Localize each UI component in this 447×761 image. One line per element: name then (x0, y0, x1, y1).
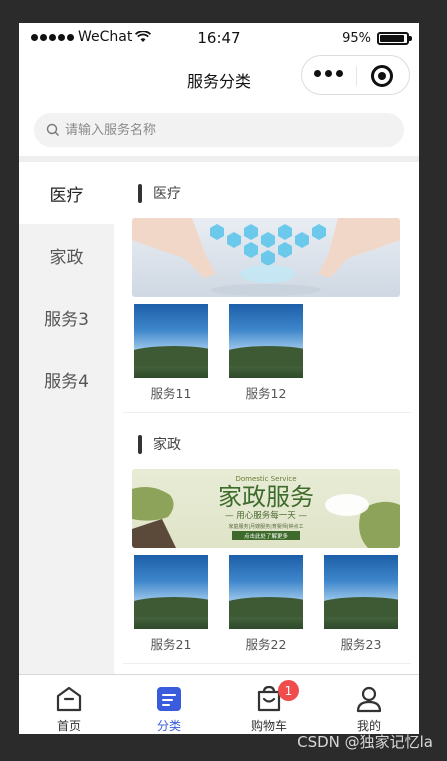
service-thumbnail (134, 304, 208, 378)
service-grid: 服务21 服务22 服务23 (132, 555, 411, 653)
close-miniprogram-icon[interactable] (371, 65, 393, 87)
sidebar-item-housekeeping[interactable]: 家政 (19, 224, 114, 286)
section-housekeeping: 家政 Domestic Service 家政服务 — 用心服务每一天 — 家庭服… (123, 429, 411, 664)
search-bar[interactable] (34, 113, 404, 147)
banner-english: Domestic Service (235, 475, 296, 483)
tab-profile[interactable]: 我的 (319, 675, 419, 734)
medical-touchscreen-banner-icon (132, 218, 400, 296)
miniprogram-capsule (301, 55, 410, 95)
user-icon (356, 686, 382, 713)
housekeeping-banner[interactable]: Domestic Service 家政服务 — 用心服务每一天 — 家庭服务|月… (132, 469, 400, 548)
category-sidebar: 医疗 家政 服务3 服务4 (19, 162, 114, 674)
service-tile[interactable]: 服务21 (132, 555, 210, 653)
service-thumbnail (229, 555, 303, 629)
tab-cart[interactable]: 1 购物车 (219, 675, 319, 734)
section-marker (138, 183, 142, 203)
service-label: 服务22 (245, 637, 287, 652)
cart-badge: 1 (278, 680, 299, 701)
service-tile[interactable]: 服务23 (322, 555, 400, 653)
housekeeping-banner-icon: Domestic Service 家政服务 — 用心服务每一天 — 家庭服务|月… (132, 475, 400, 548)
battery-icon (377, 32, 412, 45)
capsule-divider (356, 66, 357, 86)
tab-label: 购物车 (250, 719, 287, 733)
service-tile[interactable]: 服务12 (227, 304, 305, 402)
search-input[interactable] (65, 122, 365, 138)
banner-title: 家政服务 (218, 483, 314, 511)
section-header: 医疗 (123, 178, 411, 208)
nav-bar: 服务分类 (19, 53, 419, 101)
sidebar-item-service3[interactable]: 服务3 (19, 286, 114, 348)
battery-percent: 95% (342, 31, 371, 46)
status-bar: WeChat 16:47 95% (19, 23, 419, 53)
section-header: 家政 (123, 429, 411, 459)
service-tile[interactable]: 服务22 (227, 555, 305, 653)
tab-category[interactable]: 分类 (119, 675, 219, 734)
medical-banner[interactable] (132, 218, 400, 297)
service-label: 服务21 (150, 637, 192, 652)
service-thumbnail (324, 555, 398, 629)
search-icon (46, 123, 59, 136)
tab-home[interactable]: 首页 (19, 675, 119, 734)
more-icon[interactable] (314, 70, 343, 77)
sidebar-item-medical[interactable]: 医疗 (19, 162, 114, 224)
section-medical: 医疗 服务11 服务12 (123, 178, 411, 413)
category-content: 医疗 服务11 服务12 家政 Domestic Service 家政服务 — … (123, 162, 411, 674)
service-grid: 服务11 服务12 (132, 304, 411, 402)
service-thumbnail (134, 555, 208, 629)
service-label: 服务11 (150, 386, 192, 401)
service-label: 服务23 (340, 637, 382, 652)
csdn-watermark: CSDN @独家记忆la (297, 733, 433, 751)
tab-bar: 首页 分类 1 购物车 我的 (19, 674, 419, 734)
tab-label: 首页 (56, 719, 81, 733)
section-title: 家政 (153, 437, 181, 453)
service-tile[interactable]: 服务11 (132, 304, 210, 402)
category-icon (157, 687, 181, 711)
banner-button: 点击此处了解更多 (244, 532, 289, 540)
service-label: 服务12 (245, 386, 287, 401)
sidebar-item-service4[interactable]: 服务4 (19, 348, 114, 410)
tab-label: 分类 (156, 719, 181, 733)
service-thumbnail (229, 304, 303, 378)
home-icon (56, 686, 82, 712)
banner-detail: 家庭服务|月嫂服务|育婴师|钟点工 (228, 523, 303, 530)
section-marker (138, 434, 142, 454)
section-title: 医疗 (153, 186, 181, 202)
phone-screen: WeChat 16:47 95% 服务分类 医疗 家政 服务3 服务4 (19, 23, 419, 734)
banner-slogan: — 用心服务每一天 — (225, 510, 307, 521)
